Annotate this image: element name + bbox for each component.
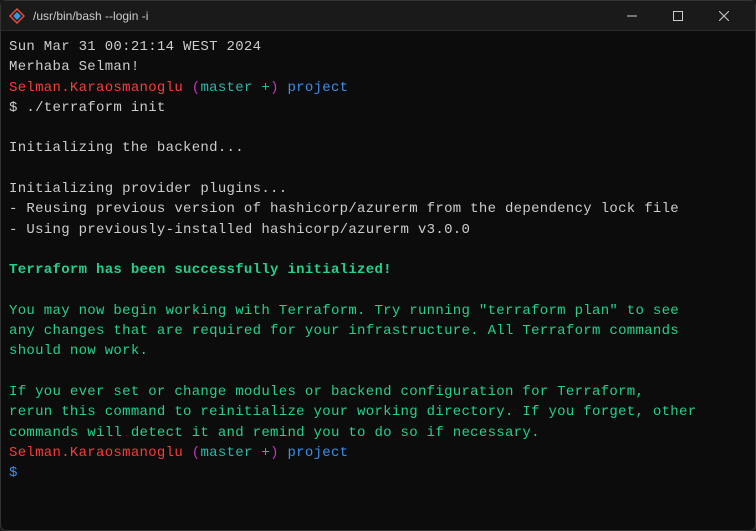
info-para1-l1: You may now begin working with Terraform…	[9, 301, 747, 321]
using-line: - Using previously-installed hashicorp/a…	[9, 220, 747, 240]
prompt-line: Selman.Karaosmanoglu (master +) project	[9, 78, 747, 98]
blank-line	[9, 159, 747, 179]
init-backend-line: Initializing the backend...	[9, 138, 747, 158]
prompt-user: Selman.Karaosmanoglu	[9, 445, 183, 461]
prompt-line: Selman.Karaosmanoglu (master +) project	[9, 443, 747, 463]
info-para2-l1: If you ever set or change modules or bac…	[9, 382, 747, 402]
reuse-line: - Reusing previous version of hashicorp/…	[9, 199, 747, 219]
init-plugins-line: Initializing provider plugins...	[9, 179, 747, 199]
info-para2-l3: commands will detect it and remind you t…	[9, 423, 747, 443]
info-para2-l2: rerun this command to reinitialize your …	[9, 402, 747, 422]
blank-line	[9, 362, 747, 382]
command-line: $ ./terraform init	[9, 98, 747, 118]
success-line: Terraform has been successfully initiali…	[9, 260, 747, 280]
cursor-prompt: $	[9, 463, 747, 483]
titlebar: /usr/bin/bash --login -i	[1, 1, 755, 31]
date-line: Sun Mar 31 00:21:14 WEST 2024	[9, 37, 747, 57]
prompt-branch: master +	[200, 445, 270, 461]
greeting-line: Merhaba Selman!	[9, 57, 747, 77]
window-title: /usr/bin/bash --login -i	[33, 9, 609, 23]
terminal-window: /usr/bin/bash --login -i Sun Mar 31 00:2…	[0, 0, 756, 531]
blank-line	[9, 281, 747, 301]
prompt-path: project	[287, 445, 348, 461]
minimize-button[interactable]	[609, 1, 655, 31]
close-button[interactable]	[701, 1, 747, 31]
app-icon	[9, 8, 25, 24]
prompt-branch-close: )	[270, 445, 287, 461]
prompt-user: Selman.Karaosmanoglu	[9, 80, 183, 96]
prompt-branch-open: (	[183, 80, 200, 96]
terminal-output[interactable]: Sun Mar 31 00:21:14 WEST 2024 Merhaba Se…	[1, 31, 755, 530]
prompt-branch-open: (	[183, 445, 200, 461]
window-controls	[609, 1, 747, 31]
info-para1-l3: should now work.	[9, 341, 747, 361]
blank-line	[9, 240, 747, 260]
maximize-button[interactable]	[655, 1, 701, 31]
prompt-branch: master +	[200, 80, 270, 96]
prompt-branch-close: )	[270, 80, 287, 96]
blank-line	[9, 118, 747, 138]
info-para1-l2: any changes that are required for your i…	[9, 321, 747, 341]
prompt-path: project	[287, 80, 348, 96]
